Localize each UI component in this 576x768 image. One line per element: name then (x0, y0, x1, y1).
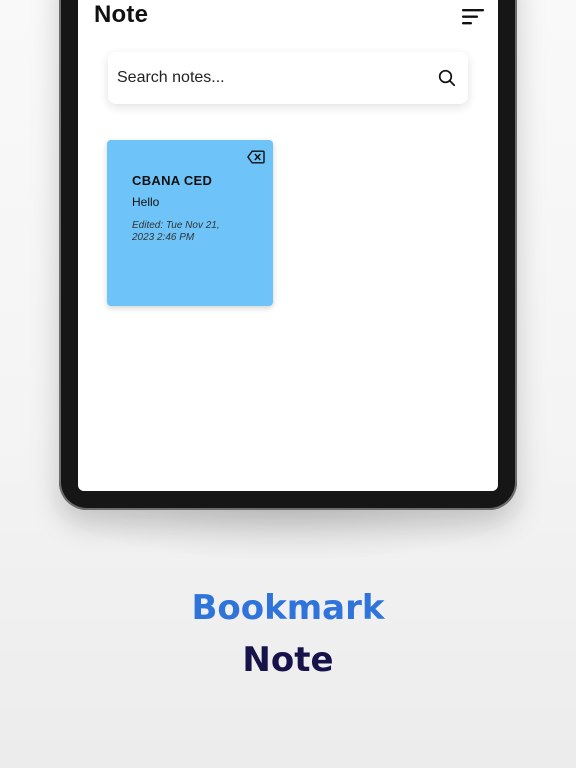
search-bar (108, 52, 468, 104)
sort-menu-button[interactable] (460, 6, 486, 28)
note-body: Hello (132, 195, 160, 209)
app-title: Note (94, 1, 149, 28)
search-input[interactable] (117, 66, 417, 90)
caption-line-1: Bookmark (191, 588, 385, 628)
sort-menu-icon (462, 9, 484, 25)
note-edited-timestamp: Edited: Tue Nov 21, 2023 2:46 PM (132, 220, 220, 243)
caption-line-2: Note (242, 640, 334, 680)
search-icon[interactable] (438, 69, 456, 87)
backspace-icon[interactable] (247, 150, 265, 164)
app-screen: Note CBANA CED Hello Edited: Tue Nov 21,… (78, 0, 498, 491)
note-title: CBANA CED (132, 173, 213, 188)
note-card[interactable]: CBANA CED Hello Edited: Tue Nov 21, 2023… (107, 140, 273, 306)
